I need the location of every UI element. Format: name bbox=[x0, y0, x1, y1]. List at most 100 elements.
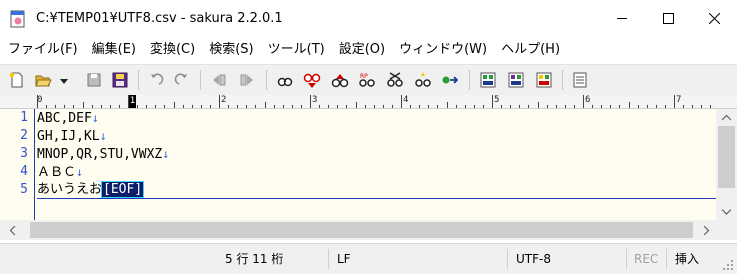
redo-icon[interactable] bbox=[173, 71, 191, 89]
line-number-gutter: 1 2 3 4 5 bbox=[0, 109, 35, 220]
ruler-tick bbox=[437, 105, 438, 108]
sakura-app-icon[interactable] bbox=[10, 10, 26, 28]
undo-icon[interactable] bbox=[147, 71, 165, 89]
menu-edit[interactable]: 編集(E) bbox=[85, 38, 143, 62]
search-prev-icon[interactable] bbox=[303, 71, 321, 89]
scroll-down-icon[interactable] bbox=[718, 203, 735, 220]
ruler-tick bbox=[419, 105, 420, 108]
line-number: 3 bbox=[20, 146, 28, 161]
ruler-tick bbox=[647, 105, 648, 108]
ruler-tick bbox=[210, 105, 211, 108]
text-line[interactable]: あいうえお[EOF] bbox=[37, 181, 145, 199]
ruler-label: 6 bbox=[585, 95, 591, 105]
search-next-icon[interactable] bbox=[331, 71, 349, 89]
ruler-label: 5 bbox=[494, 95, 500, 105]
menu-help[interactable]: ヘルプ(H) bbox=[494, 38, 567, 62]
dropdown-arrow-icon[interactable] bbox=[58, 71, 70, 89]
menu-file[interactable]: ファイル(F) bbox=[0, 38, 85, 62]
compare-icon[interactable] bbox=[507, 71, 525, 89]
editor-area[interactable]: 1 2 3 4 5 ABC,DEF↓ GH,IJ,KL↓ MNOP,QR,STU… bbox=[0, 109, 716, 220]
horizontal-scroll-thumb[interactable] bbox=[30, 222, 693, 238]
ruler-tick bbox=[46, 105, 47, 108]
minimize-button[interactable] bbox=[599, 0, 645, 36]
scroll-left-icon[interactable] bbox=[4, 222, 21, 239]
vertical-scrollbar[interactable] bbox=[716, 109, 737, 220]
toolbar-separator bbox=[562, 70, 563, 90]
text-line[interactable]: ＡＢＣ↓ bbox=[37, 163, 83, 182]
ruler-tick bbox=[164, 105, 165, 108]
ruler-tick bbox=[128, 95, 129, 108]
ruler-tick bbox=[255, 105, 256, 108]
status-separator bbox=[626, 249, 627, 269]
replace-icon[interactable]: RP bbox=[358, 71, 376, 89]
jump-back-icon[interactable] bbox=[210, 71, 228, 89]
tag-jump-icon[interactable] bbox=[441, 71, 459, 89]
ruler-tick bbox=[383, 105, 384, 108]
ruler-tick bbox=[201, 105, 202, 108]
newline-mark: ↓ bbox=[162, 147, 170, 161]
line-number: 1 bbox=[20, 110, 28, 125]
scrollbar-corner bbox=[716, 220, 737, 240]
text-line[interactable]: GH,IJ,KL↓ bbox=[37, 127, 107, 146]
save-all-icon[interactable] bbox=[111, 71, 129, 89]
menu-settings[interactable]: 設定(O) bbox=[332, 38, 392, 62]
toolbar-separator bbox=[266, 70, 267, 90]
status-separator bbox=[666, 249, 667, 269]
bookmark-search-icon[interactable] bbox=[414, 71, 432, 89]
text-line[interactable]: ABC,DEF↓ bbox=[37, 109, 99, 128]
close-button[interactable] bbox=[691, 0, 737, 36]
ruler-tick bbox=[37, 95, 38, 108]
insert-mode-status[interactable]: 挿入 bbox=[675, 244, 699, 274]
line-text: GH,IJ,KL bbox=[37, 129, 100, 144]
menu-search[interactable]: 検索(S) bbox=[202, 38, 260, 62]
menu-convert[interactable]: 変換(C) bbox=[143, 38, 202, 62]
settings-icon[interactable] bbox=[571, 71, 589, 89]
search-icon[interactable] bbox=[276, 71, 294, 89]
ruler-tick bbox=[237, 105, 238, 108]
ruler-tick bbox=[292, 105, 293, 108]
ruler-tick bbox=[547, 105, 548, 108]
ruler-tick bbox=[83, 102, 84, 108]
scroll-up-icon[interactable] bbox=[718, 109, 735, 126]
ruler-tick bbox=[656, 105, 657, 108]
resize-grip-icon[interactable] bbox=[722, 259, 734, 271]
ruler-tick bbox=[228, 105, 229, 108]
ruler-label: 2 bbox=[221, 95, 227, 105]
newline-mark: ↓ bbox=[99, 129, 107, 143]
ruler-tick bbox=[710, 105, 711, 108]
newline-mark: ↓ bbox=[76, 165, 84, 179]
eof-marker: [EOF] bbox=[101, 181, 145, 198]
toolbar-separator bbox=[469, 70, 470, 90]
save-icon[interactable] bbox=[85, 71, 103, 89]
newline-mark: ↓ bbox=[91, 111, 100, 125]
ruler-tick bbox=[246, 105, 247, 108]
grep-icon[interactable] bbox=[479, 71, 497, 89]
title-bar: C:¥TEMP01¥UTF8.csv - sakura 2.2.0.1 bbox=[0, 0, 737, 39]
clear-search-icon[interactable] bbox=[386, 71, 404, 89]
vertical-scroll-thumb[interactable] bbox=[718, 126, 735, 188]
encoding-status[interactable]: UTF-8 bbox=[516, 244, 551, 274]
menu-tools[interactable]: ツール(T) bbox=[261, 38, 332, 62]
ruler-tick bbox=[501, 105, 502, 108]
horizontal-scrollbar[interactable] bbox=[0, 220, 716, 240]
ruler-tick bbox=[474, 105, 475, 108]
scroll-right-icon[interactable] bbox=[697, 222, 714, 239]
text-line[interactable]: MNOP,QR,STU,VWXZ↓ bbox=[37, 145, 169, 164]
new-file-icon[interactable] bbox=[8, 71, 26, 89]
ruler-tick bbox=[528, 105, 529, 108]
ruler-tick bbox=[365, 105, 366, 108]
outline-icon[interactable] bbox=[535, 71, 553, 89]
open-file-icon[interactable] bbox=[34, 71, 52, 89]
jump-forward-icon[interactable] bbox=[238, 71, 256, 89]
ruler-tick bbox=[219, 95, 220, 108]
ruler-tick bbox=[701, 105, 702, 108]
ruler-tick bbox=[155, 105, 156, 108]
ruler-tick bbox=[319, 105, 320, 108]
line-ending-status[interactable]: LF bbox=[337, 244, 351, 274]
menu-window[interactable]: ウィンドウ(W) bbox=[392, 38, 494, 62]
maximize-button[interactable] bbox=[645, 0, 691, 36]
line-text: ABC,DEF bbox=[37, 111, 92, 126]
ruler-tick bbox=[146, 105, 147, 108]
ruler-tick bbox=[510, 105, 511, 108]
column-ruler: 0 1 2 3 4 5 6 7 bbox=[0, 95, 737, 109]
